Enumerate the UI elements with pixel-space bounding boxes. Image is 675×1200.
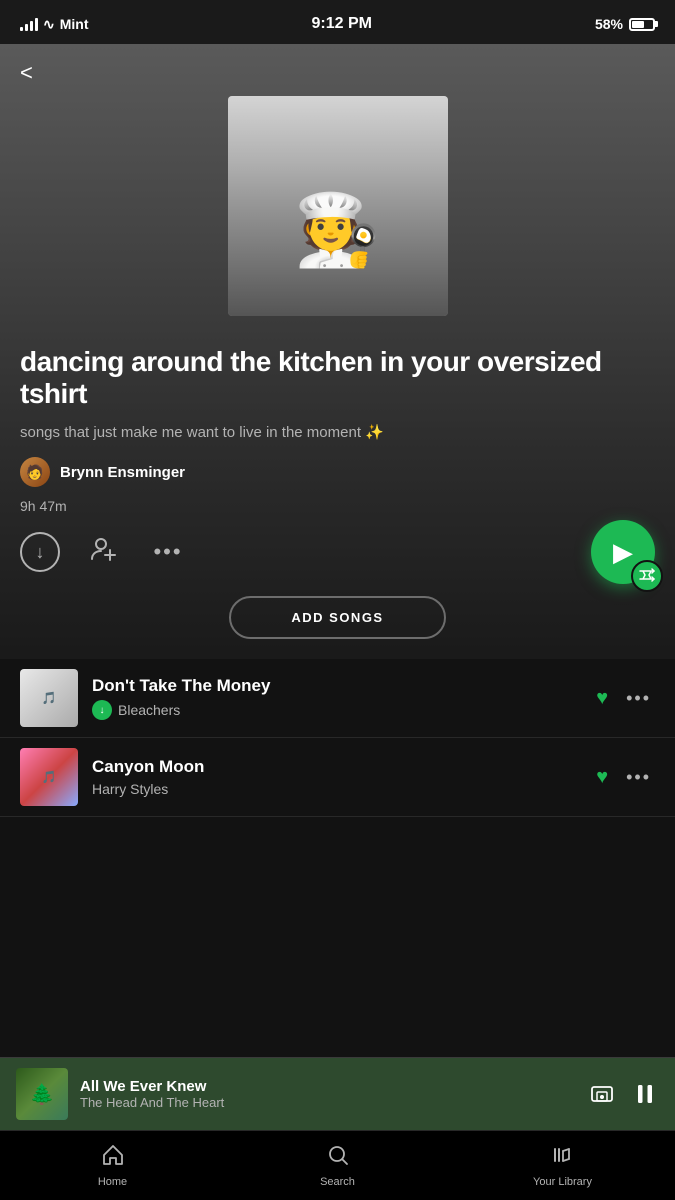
like-icon[interactable]: ♥ [596,687,608,710]
nav-item-library[interactable]: Your Library [450,1135,675,1196]
shuffle-icon [639,567,655,586]
download-check-icon: ↓ [100,705,105,716]
download-button[interactable]: ↓ [20,532,60,572]
search-nav-label: Search [320,1176,355,1188]
status-left: ∿ Mint [20,16,89,33]
now-playing-artist: The Head And The Heart [80,1095,577,1110]
shuffle-button[interactable] [631,560,663,592]
creator-row: 🧑 Brynn Ensminger [20,457,655,487]
track-info: Don't Take The Money ↓ Bleachers [92,676,582,720]
cover-art-visual [228,96,448,316]
signal-icon [20,17,38,31]
downloaded-indicator: ↓ [92,700,112,720]
add-songs-button[interactable]: ADD SONGS [229,596,445,639]
track-artist: Harry Styles [92,781,168,797]
more-options-button[interactable]: ••• [148,532,188,572]
track-more-button[interactable]: ••• [622,684,655,713]
add-user-icon [90,535,118,569]
track-item: 🎵 Canyon Moon Harry Styles ♥ ••• [0,738,675,817]
back-icon[interactable]: < [20,60,33,85]
nav-item-search[interactable]: Search [225,1135,450,1196]
creator-avatar: 🧑 [20,457,50,487]
time-display: 9:12 PM [312,15,372,33]
track-right: ♥ ••• [596,684,655,713]
track-list: 🎵 Don't Take The Money ↓ Bleachers ♥ •••… [0,659,675,817]
track-art-placeholder: 🎵 [38,687,61,709]
battery-icon [629,18,655,31]
track-thumbnail: 🎵 [20,669,78,727]
more-icon: ••• [153,539,182,565]
album-art-container [0,96,675,336]
like-icon[interactable]: ♥ [596,766,608,789]
track-art-placeholder: 🎵 [42,770,57,784]
library-icon [551,1143,575,1172]
track-artist-row: Harry Styles [92,781,582,797]
track-item: 🎵 Don't Take The Money ↓ Bleachers ♥ ••• [0,659,675,738]
play-shuffle-group: ▶ [591,520,655,584]
carrier-label: Mint [60,16,89,32]
playlist-title: dancing around the kitchen in your overs… [20,346,655,410]
play-icon: ▶ [613,537,633,568]
library-nav-label: Your Library [533,1176,592,1188]
battery-percent: 58% [595,16,623,32]
status-right: 58% [595,16,655,32]
controls-row: ↓ ••• ▶ [0,532,675,572]
np-art-placeholder: 🌲 [30,1082,55,1107]
track-title: Don't Take The Money [92,676,582,696]
bottom-navigation: Home Search Your Library [0,1130,675,1200]
pause-button[interactable] [631,1080,659,1108]
add-user-button[interactable] [84,532,124,572]
playlist-description: songs that just make me want to live in … [20,422,655,443]
home-icon [101,1143,125,1172]
now-playing-title: All We Ever Knew [80,1078,577,1095]
back-button[interactable]: < [0,44,675,96]
track-artist: Bleachers [118,702,180,718]
download-icon: ↓ [36,542,45,563]
track-thumbnail: 🎵 [20,748,78,806]
main-content: < dancing around the kitchen in your ove… [0,44,675,1040]
track-artist-row: ↓ Bleachers [92,700,582,720]
now-playing-thumbnail: 🌲 [16,1068,68,1120]
status-bar: ∿ Mint 9:12 PM 58% [0,0,675,44]
wifi-icon: ∿ [43,16,55,33]
creator-name[interactable]: Brynn Ensminger [60,464,185,481]
now-playing-controls [589,1080,659,1108]
add-songs-container: ADD SONGS [0,596,675,659]
now-playing-info: All We Ever Knew The Head And The Heart [80,1078,577,1110]
track-right: ♥ ••• [596,763,655,792]
track-info: Canyon Moon Harry Styles [92,757,582,797]
nav-item-home[interactable]: Home [0,1135,225,1196]
now-playing-bar: 🌲 All We Ever Knew The Head And The Hear… [0,1057,675,1130]
track-more-button[interactable]: ••• [622,763,655,792]
playlist-cover-image [228,96,448,316]
cast-device-button[interactable] [589,1081,615,1107]
duration-text: 9h 47m [0,498,675,514]
playlist-info: dancing around the kitchen in your overs… [0,336,675,498]
home-nav-label: Home [98,1176,127,1188]
search-icon [326,1143,350,1172]
track-title: Canyon Moon [92,757,582,777]
